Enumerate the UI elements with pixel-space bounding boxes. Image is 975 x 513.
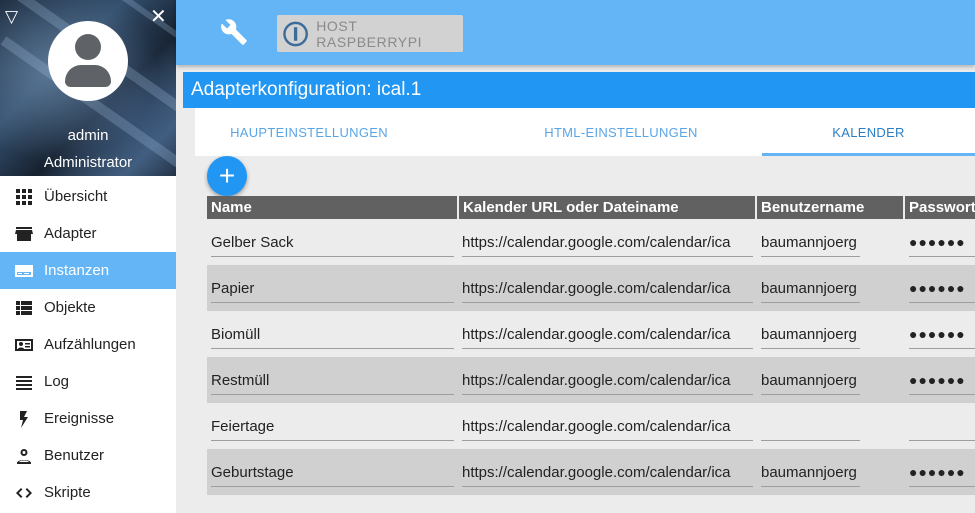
name-field[interactable]: Papier: [211, 274, 454, 303]
url-field[interactable]: https://calendar.google.com/calendar/ica: [462, 366, 753, 395]
user-name: admin: [67, 127, 109, 144]
table-row: Geburtstage https://calendar.google.com/…: [207, 449, 975, 495]
password-field[interactable]: [909, 412, 975, 441]
sidebar: ▽ ✕ admin Administrator Übersicht Adapte…: [0, 0, 176, 513]
column-header-password: Passwort: [903, 196, 975, 219]
code-icon: [14, 483, 34, 503]
sidebar-item-label: Benutzer: [44, 447, 105, 464]
name-field[interactable]: Gelber Sack: [211, 228, 454, 257]
store-icon: [14, 224, 34, 244]
list-view-icon: [14, 298, 34, 318]
iobroker-logo-icon: [283, 21, 308, 46]
avatar: [48, 21, 128, 101]
table-row: Feiertage https://calendar.google.com/ca…: [207, 403, 975, 449]
apps-grid-icon: [14, 187, 34, 207]
sidebar-item-label: Adapter: [44, 225, 97, 242]
tab-bar: HAUPTEINSTELLUNGEN HTML-EINSTELLUNGEN KA…: [195, 108, 975, 156]
url-field[interactable]: https://calendar.google.com/calendar/ica: [462, 320, 753, 349]
table-header: Name Kalender URL oder Dateiname Benutze…: [207, 196, 975, 219]
wrench-icon[interactable]: [220, 18, 248, 46]
contact-card-icon: [14, 335, 34, 355]
password-field[interactable]: ●●●●●●: [909, 228, 975, 257]
profile-banner: ▽ ✕ admin Administrator: [0, 0, 176, 176]
password-field[interactable]: ●●●●●●: [909, 274, 975, 303]
password-field[interactable]: ●●●●●●: [909, 320, 975, 349]
username-field[interactable]: baumannjoerg: [761, 366, 860, 395]
tab-kalender[interactable]: KALENDER: [762, 108, 975, 156]
sidebar-item-aufzaehlungen[interactable]: Aufzählungen: [0, 326, 176, 363]
host-label: HOST RASPBERRYPI: [316, 17, 423, 50]
host-selector-button[interactable]: HOST RASPBERRYPI: [277, 15, 463, 52]
sidebar-item-adapter[interactable]: Adapter: [0, 215, 176, 252]
tab-indicator: [762, 153, 975, 156]
column-header-url: Kalender URL oder Dateiname: [457, 196, 757, 219]
sidebar-item-log[interactable]: Log: [0, 363, 176, 400]
sidebar-item-benutzer[interactable]: Benutzer: [0, 437, 176, 474]
password-field[interactable]: ●●●●●●: [909, 458, 975, 487]
tab-haupteinstellungen[interactable]: HAUPTEINSTELLUNGEN: [195, 108, 423, 156]
user-role: Administrator: [43, 154, 133, 171]
page-title: Adapterkonfiguration: ical.1: [183, 72, 975, 108]
url-field[interactable]: https://calendar.google.com/calendar/ica: [462, 458, 753, 487]
sidebar-item-objekte[interactable]: Objekte: [0, 289, 176, 326]
add-calendar-button[interactable]: +: [207, 156, 247, 196]
table-row: Gelber Sack https://calendar.google.com/…: [207, 219, 975, 265]
sidebar-item-label: Übersicht: [44, 188, 108, 205]
column-header-name: Name: [211, 199, 252, 216]
sidebar-item-label: Skripte: [44, 484, 91, 501]
name-field[interactable]: Restmüll: [211, 366, 454, 395]
tab-html-einstellungen[interactable]: HTML-EINSTELLUNGEN: [507, 108, 735, 156]
sidebar-item-label: Log: [44, 373, 70, 390]
username-field[interactable]: [761, 412, 860, 441]
table-row: Biomüll https://calendar.google.com/cale…: [207, 311, 975, 357]
sidebar-item-skripte[interactable]: Skripte: [0, 474, 176, 511]
plus-icon: +: [218, 160, 236, 191]
sidebar-item-instanzen[interactable]: Instanzen: [0, 252, 176, 289]
password-field[interactable]: ●●●●●●: [909, 366, 975, 395]
flash-icon: [14, 409, 34, 429]
username-field[interactable]: baumannjoerg: [761, 228, 860, 257]
name-field[interactable]: Biomüll: [211, 320, 454, 349]
column-header-username: Benutzername: [755, 196, 905, 219]
sidebar-item-label: Instanzen: [44, 262, 110, 279]
name-field[interactable]: Geburtstage: [211, 458, 454, 487]
username-field[interactable]: baumannjoerg: [761, 274, 860, 303]
sidebar-item-label: Ereignisse: [44, 410, 115, 427]
menu-toggle-icon[interactable]: ▽: [5, 8, 18, 25]
username-field[interactable]: baumannjoerg: [761, 458, 860, 487]
url-field[interactable]: https://calendar.google.com/calendar/ica: [462, 274, 753, 303]
sidebar-item-ereignisse[interactable]: Ereignisse: [0, 400, 176, 437]
table-row: Papier https://calendar.google.com/calen…: [207, 265, 975, 311]
close-icon[interactable]: ✕: [150, 7, 167, 27]
sidebar-item-label: Objekte: [44, 299, 96, 316]
url-field[interactable]: https://calendar.google.com/calendar/ica: [462, 412, 753, 441]
name-field[interactable]: Feiertage: [211, 412, 454, 441]
table-row: Restmüll https://calendar.google.com/cal…: [207, 357, 975, 403]
url-field[interactable]: https://calendar.google.com/calendar/ica: [462, 228, 753, 257]
sidebar-item-uebersicht[interactable]: Übersicht: [0, 178, 176, 215]
instances-icon: [14, 261, 34, 281]
sidebar-item-label: Aufzählungen: [44, 336, 136, 353]
top-app-bar: HOST RASPBERRYPI: [176, 0, 975, 65]
lines-icon: [14, 372, 34, 392]
person-icon: [14, 446, 34, 466]
username-field[interactable]: baumannjoerg: [761, 320, 860, 349]
